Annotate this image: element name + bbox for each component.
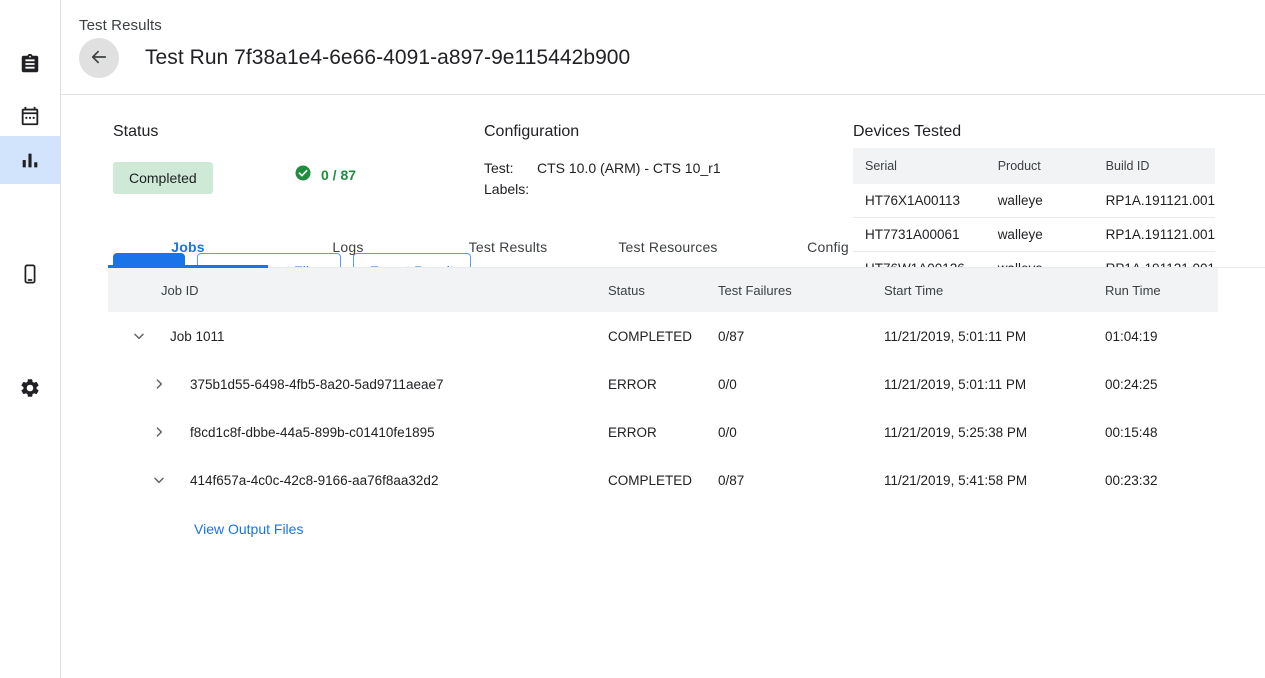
jobs-col-test-failures: Test Failures — [718, 268, 884, 312]
tab-test-resources[interactable]: Test Resources — [588, 227, 748, 267]
app-root: Test Results Test Run 7f38a1e4-6e66-4091… — [0, 0, 1265, 678]
jobs-col-run-time: Run Time — [1105, 268, 1218, 312]
job-id-label: 414f657a-4c0c-42c8-9166-aa76f8aa32d2 — [190, 473, 438, 488]
job-test-failures: 0/0 — [718, 360, 884, 408]
pass-count: 0 / 87 — [294, 164, 356, 185]
expanded-detail-row: View Output Files — [108, 504, 1218, 554]
sidebar-item-schedules[interactable] — [0, 92, 60, 140]
chevron-right-icon[interactable] — [149, 422, 169, 442]
arrow-left-icon — [89, 47, 109, 70]
expanded-detail-cell: View Output Files — [108, 504, 1218, 554]
status-badge: Completed — [113, 162, 213, 194]
tab-config[interactable]: Config — [748, 227, 908, 267]
devices-section-title: Devices Tested — [853, 123, 961, 141]
check-circle-icon — [294, 164, 312, 185]
configuration-section-title: Configuration — [484, 123, 579, 141]
config-value-test: CTS 10.0 (ARM) - CTS 10_r1 — [537, 158, 721, 179]
table-row[interactable]: 375b1d55-6498-4fb5-8a20-5ad9711aeae7 ERR… — [108, 360, 1218, 408]
page-title: Test Run 7f38a1e4-6e66-4091-a897-9e11544… — [145, 46, 630, 70]
config-row-test: Test: CTS 10.0 (ARM) - CTS 10_r1 — [484, 158, 721, 179]
view-output-files-link[interactable]: View Output Files — [194, 521, 303, 537]
config-row-labels: Labels: — [484, 179, 721, 200]
pass-count-label: 0 / 87 — [321, 167, 356, 183]
bar-chart-icon — [19, 149, 41, 171]
job-run-time: 00:23:32 — [1105, 456, 1218, 504]
job-run-time: 00:15:48 — [1105, 408, 1218, 456]
job-start-time: 11/21/2019, 5:01:11 PM — [884, 312, 1105, 360]
main-content: Test Results Test Run 7f38a1e4-6e66-4091… — [61, 0, 1265, 678]
breadcrumb[interactable]: Test Results — [79, 17, 162, 34]
job-id-cell: f8cd1c8f-dbbe-44a5-899b-c01410fe1895 — [108, 408, 608, 456]
title-row: Test Run 7f38a1e4-6e66-4091-a897-9e11544… — [79, 38, 630, 78]
configuration-list: Test: CTS 10.0 (ARM) - CTS 10_r1 Labels: — [484, 158, 721, 200]
jobs-col-start-time: Start Time — [884, 268, 1105, 312]
chevron-down-icon[interactable] — [129, 326, 149, 346]
job-test-failures: 0/87 — [718, 456, 884, 504]
tab-jobs[interactable]: Jobs — [108, 227, 268, 267]
tab-bar: Jobs Logs Test Results Test Resources Co… — [108, 227, 1265, 268]
job-id-label: f8cd1c8f-dbbe-44a5-899b-c01410fe1895 — [190, 425, 435, 440]
clipboard-icon — [19, 53, 41, 75]
tab-logs[interactable]: Logs — [268, 227, 428, 267]
sidebar-item-assignments[interactable] — [0, 40, 60, 88]
device-product: walleye — [986, 184, 1094, 218]
tab-test-results[interactable]: Test Results — [428, 227, 588, 267]
job-test-failures: 0/87 — [718, 312, 884, 360]
table-row[interactable]: 414f657a-4c0c-42c8-9166-aa76f8aa32d2 COM… — [108, 456, 1218, 504]
job-start-time: 11/21/2019, 5:25:38 PM — [884, 408, 1105, 456]
table-row[interactable]: HT76X1A00113 walleye RP1A.191121.001 — [853, 184, 1215, 218]
job-id-label: 375b1d55-6498-4fb5-8a20-5ad9711aeae7 — [190, 377, 443, 392]
chevron-right-icon[interactable] — [149, 374, 169, 394]
job-id-cell: 414f657a-4c0c-42c8-9166-aa76f8aa32d2 — [108, 456, 608, 504]
job-test-failures: 0/0 — [718, 408, 884, 456]
job-status: COMPLETED — [608, 456, 718, 504]
jobs-header-row: Job ID Status Test Failures Start Time R… — [108, 268, 1218, 312]
job-id-cell: 375b1d55-6498-4fb5-8a20-5ad9711aeae7 — [108, 360, 608, 408]
jobs-col-status: Status — [608, 268, 718, 312]
status-section-title: Status — [113, 123, 158, 141]
left-nav-rail — [0, 0, 61, 678]
devices-col-serial: Serial — [853, 148, 986, 184]
device-build-id: RP1A.191121.001 — [1094, 184, 1215, 218]
gear-icon — [19, 377, 41, 399]
sidebar-item-settings[interactable] — [0, 364, 60, 412]
jobs-col-job-id: Job ID — [108, 268, 608, 312]
job-id-label: Job 1011 — [170, 329, 225, 344]
job-run-time: 01:04:19 — [1105, 312, 1218, 360]
job-status: ERROR — [608, 360, 718, 408]
sidebar-item-test-results[interactable] — [0, 136, 60, 184]
job-run-time: 00:24:25 — [1105, 360, 1218, 408]
config-key-test: Test: — [484, 158, 537, 179]
job-id-cell: Job 1011 — [108, 312, 608, 360]
table-row[interactable]: Job 1011 COMPLETED 0/87 11/21/2019, 5:01… — [108, 312, 1218, 360]
chevron-down-icon[interactable] — [149, 470, 169, 490]
devices-col-build-id: Build ID — [1094, 148, 1215, 184]
jobs-table: Job ID Status Test Failures Start Time R… — [108, 268, 1218, 554]
sidebar-item-devices[interactable] — [0, 250, 60, 298]
job-status: ERROR — [608, 408, 718, 456]
job-start-time: 11/21/2019, 5:41:58 PM — [884, 456, 1105, 504]
job-status: COMPLETED — [608, 312, 718, 360]
table-row[interactable]: f8cd1c8f-dbbe-44a5-899b-c01410fe1895 ERR… — [108, 408, 1218, 456]
page-header: Test Results Test Run 7f38a1e4-6e66-4091… — [61, 0, 1265, 95]
phone-icon — [19, 263, 41, 285]
calendar-icon — [19, 105, 41, 127]
devices-header-row: Serial Product Build ID — [853, 148, 1215, 184]
devices-col-product: Product — [986, 148, 1094, 184]
job-start-time: 11/21/2019, 5:01:11 PM — [884, 360, 1105, 408]
config-key-labels: Labels: — [484, 179, 537, 200]
back-button[interactable] — [79, 38, 119, 78]
device-serial: HT76X1A00113 — [853, 184, 986, 218]
